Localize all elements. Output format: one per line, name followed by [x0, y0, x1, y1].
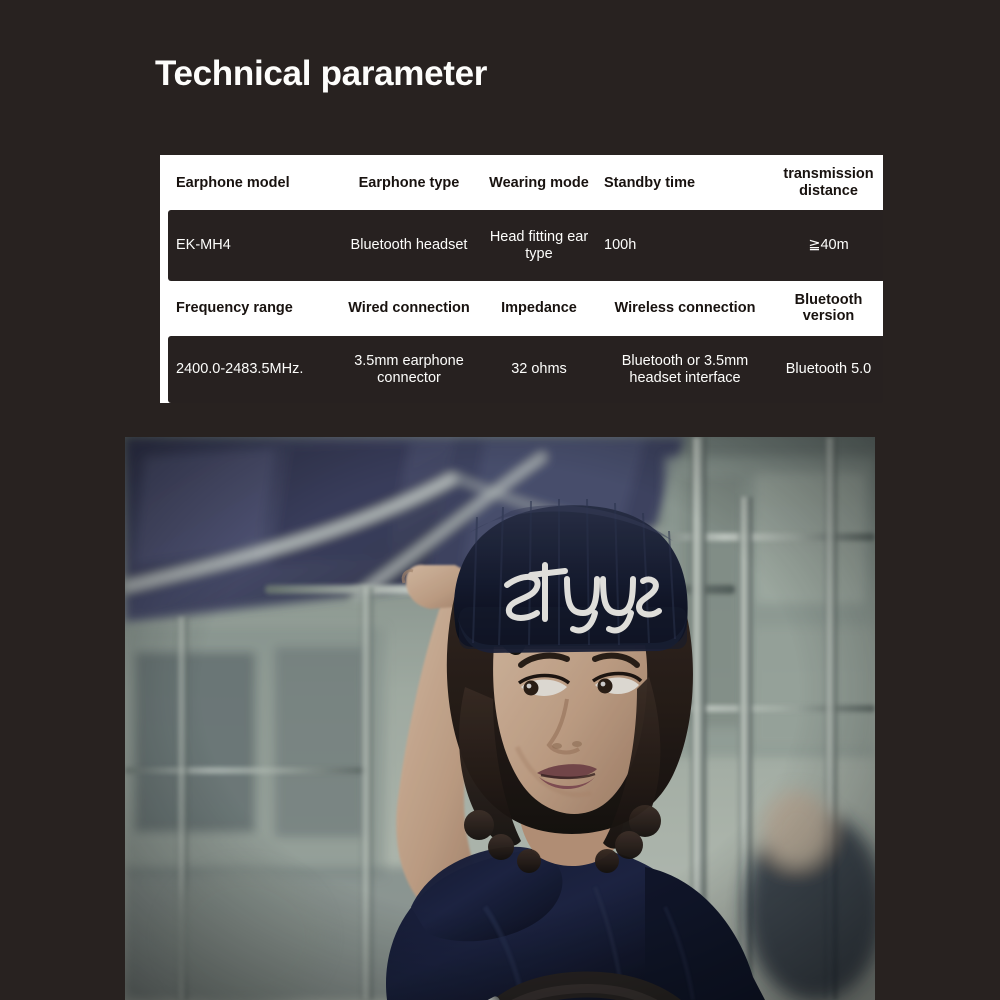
value-cell: Head fitting ear type	[482, 210, 596, 281]
table-header-row: Frequency range Wired connection Impedan…	[168, 280, 883, 337]
table-row: 2400.0-2483.5MHz. 3.5mm earphone connect…	[168, 336, 883, 403]
subway-scene-illustration	[125, 437, 875, 1000]
value-cell: 32 ohms	[482, 336, 596, 403]
table-header-row: Earphone model Earphone type Wearing mod…	[168, 155, 883, 211]
value-cell: Bluetooth or 3.5mm headset interface	[596, 336, 774, 403]
value-cell: Bluetooth headset	[336, 210, 482, 281]
header-cell: Wireless connection	[596, 280, 774, 337]
header-cell: Earphone model	[168, 155, 336, 211]
spec-table: Earphone model Earphone type Wearing mod…	[168, 155, 883, 403]
header-cell: transmission distance	[774, 155, 883, 211]
header-cell: Standby time	[596, 155, 774, 211]
technical-parameter-card: Earphone model Earphone type Wearing mod…	[160, 155, 883, 403]
value-cell: 2400.0-2483.5MHz.	[168, 336, 336, 403]
header-cell: Wearing mode	[482, 155, 596, 211]
value-cell: 3.5mm earphone connector	[336, 336, 482, 403]
table-row: EK-MH4 Bluetooth headset Head fitting ea…	[168, 210, 883, 281]
value-cell: EK-MH4	[168, 210, 336, 281]
header-cell: Wired connection	[336, 280, 482, 337]
lifestyle-photo	[125, 437, 875, 1000]
header-cell: Earphone type	[336, 155, 482, 211]
header-cell: Bluetooth version	[774, 280, 883, 337]
header-cell: Impedance	[482, 280, 596, 337]
page-title: Technical parameter	[155, 54, 488, 93]
header-cell: Frequency range	[168, 280, 336, 337]
value-cell: 100h	[596, 210, 774, 281]
value-cell: ≧40m	[774, 210, 883, 281]
value-cell: Bluetooth 5.0	[774, 336, 883, 403]
